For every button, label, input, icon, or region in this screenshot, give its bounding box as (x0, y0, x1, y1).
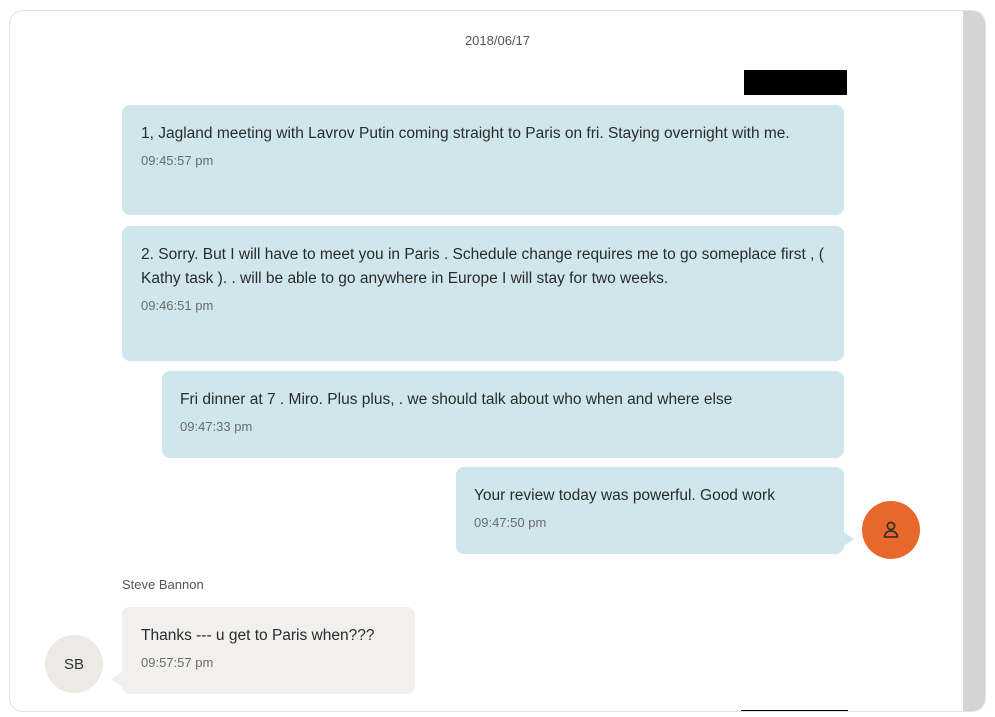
bubble-tail (111, 671, 123, 687)
message-bubble[interactable]: Fri dinner at 7 . Miro. Plus plus, . we … (162, 371, 844, 458)
avatar-initials: SB (63, 655, 84, 673)
person-icon (883, 521, 899, 538)
message-text: 1, Jagland meeting with Lavrov Putin com… (141, 125, 790, 142)
message-bubble[interactable]: 2. Sorry. But I will have to meet you in… (122, 226, 844, 361)
message-text: Your review today was powerful. Good wor… (474, 487, 775, 504)
incoming-message-bubble[interactable]: Thanks --- u get to Paris when??? 09:57:… (122, 607, 415, 694)
message-text: Thanks --- u get to Paris when??? (141, 627, 375, 644)
message-bubble[interactable]: Your review today was powerful. Good wor… (456, 467, 844, 554)
message-timestamp: 09:46:51 pm (141, 298, 214, 313)
scrollbar[interactable] (963, 11, 985, 711)
redacted-block-top (744, 70, 847, 95)
sender-avatar[interactable]: SB (45, 635, 103, 693)
sender-name: Steve Bannon (122, 577, 204, 592)
message-timestamp: 09:47:50 pm (474, 515, 547, 530)
redacted-block-bottom (741, 710, 848, 711)
message-timestamp: 09:57:57 pm (141, 655, 214, 670)
user-avatar[interactable] (862, 501, 920, 559)
bubble-tail (842, 531, 854, 547)
conversation-date: 2018/06/17 (464, 33, 531, 48)
message-text: Fri dinner at 7 . Miro. Plus plus, . we … (180, 391, 733, 408)
message-text: 2. Sorry. But I will have to meet you in… (141, 246, 824, 287)
message-bubble[interactable]: 1, Jagland meeting with Lavrov Putin com… (122, 105, 844, 215)
chat-window: 2018/06/17 1, Jagland meeting with Lavro… (9, 10, 986, 712)
message-timestamp: 09:45:57 pm (141, 153, 214, 168)
message-timestamp: 09:47:33 pm (180, 419, 253, 434)
